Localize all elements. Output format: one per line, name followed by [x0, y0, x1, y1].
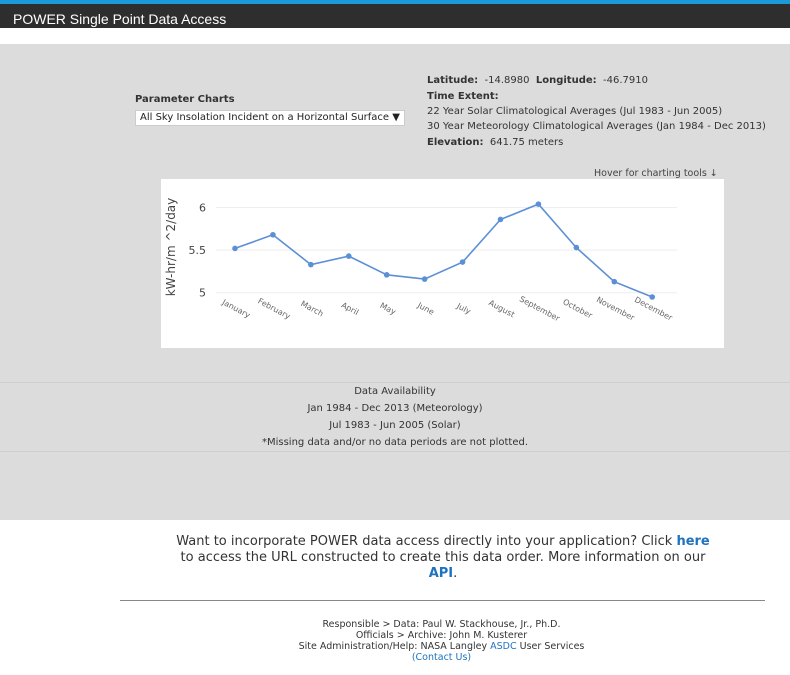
availability-title: Data Availability — [354, 386, 436, 397]
elevation-label: Elevation: — [427, 137, 484, 148]
data-point[interactable] — [649, 294, 656, 300]
y-axis-label: kW-hr/m ^2/day — [164, 198, 178, 297]
line-chart: 5 5.5 6 January February March April May June Ju… — [164, 198, 677, 323]
here-link[interactable]: here — [676, 534, 709, 549]
data-point[interactable] — [459, 259, 466, 265]
availability-bottom-divider — [0, 451, 790, 452]
elevation-row: Elevation: 641.75 meters — [427, 137, 563, 148]
site-admin-prefix: Site Administration/Help: NASA Langley — [298, 641, 488, 652]
time-extent-label: Time Extent: — [427, 91, 499, 102]
data-point[interactable] — [497, 216, 504, 223]
data-point[interactable] — [308, 261, 314, 268]
met-extent: 30 Year Meteorology Climatological Avera… — [427, 121, 766, 132]
footer-responsible: Responsible > Data: Paul W. Stackhouse, … — [322, 619, 561, 630]
longitude-label: Longitude: — [535, 75, 597, 86]
data-point[interactable] — [270, 231, 276, 238]
data-point[interactable] — [573, 244, 580, 251]
x-tick-label: April — [340, 301, 360, 318]
x-tick-label: August — [487, 298, 516, 319]
solar-extent: 22 Year Solar Climatological Averages (J… — [427, 106, 723, 117]
app-header: POWER Single Point Data Access — [0, 4, 790, 28]
data-point[interactable] — [383, 272, 390, 278]
hover-charting-tools-hint[interactable]: Hover for charting tools ↓ — [594, 168, 718, 179]
data-point[interactable] — [421, 276, 428, 282]
api-text-line1: Want to incorporate POWER data access di… — [176, 534, 673, 549]
availability-met: Jan 1984 - Dec 2013 (Meteorology) — [307, 403, 483, 414]
availability-top-divider — [0, 382, 790, 383]
latitude-value: -14.8980 — [484, 75, 530, 86]
x-tick-label: January — [220, 297, 252, 320]
data-point[interactable] — [232, 245, 238, 252]
footer-officials: Officials > Archive: John M. Kusterer — [355, 630, 528, 641]
data-point[interactable] — [345, 253, 352, 259]
api-text-period: . — [453, 566, 458, 581]
footer-site-admin: Site Administration/Help: NASA Langley A… — [200, 641, 683, 652]
x-tick-label: September — [518, 294, 562, 323]
api-info-text: Want to incorporate POWER data access di… — [170, 534, 716, 582]
site-admin-suffix: User Services — [519, 641, 585, 652]
longitude-value: -46.7910 — [603, 75, 648, 86]
api-link[interactable]: API — [429, 566, 453, 581]
x-tick-label: November — [595, 295, 637, 323]
y-tick-label: 5.5 — [189, 244, 207, 257]
dropdown-arrow-icon: ▼ — [390, 112, 400, 123]
x-tick-label: March — [299, 299, 325, 318]
data-point[interactable] — [535, 201, 542, 207]
x-tick-label: June — [415, 300, 436, 317]
x-tick-label: October — [561, 297, 594, 320]
x-tick-label: July — [454, 301, 472, 316]
x-tick-label: May — [378, 301, 397, 317]
availability-note: *Missing data and/or no data periods are… — [261, 437, 528, 448]
y-tick-label: 5 — [199, 287, 206, 300]
coordinates-row: Latitude: -14.8980 Longitude: -46.7910 — [427, 75, 648, 86]
footer-divider — [120, 600, 765, 601]
parameter-charts-label: Parameter Charts — [135, 94, 235, 105]
page-title: POWER Single Point Data Access — [13, 11, 227, 27]
chart-container: 5 5.5 6 January February March April May June Ju… — [161, 179, 724, 348]
latitude-label: Latitude: — [427, 75, 479, 86]
footer-contact: (Contact Us) — [200, 652, 683, 663]
x-tick-label: February — [256, 296, 292, 321]
data-point[interactable] — [611, 278, 618, 285]
parameter-select[interactable]: All Sky Insolation Incident on a Horizon… — [135, 110, 405, 126]
elevation-value: 641.75 meters — [489, 137, 564, 148]
parameter-select-value: All Sky Insolation Incident on a Horizon… — [140, 112, 390, 123]
api-text-line2: to access the URL constructed to create … — [180, 550, 706, 565]
asdc-link[interactable]: ASDC — [490, 641, 516, 652]
availability-solar: Jul 1983 - Jun 2005 (Solar) — [329, 420, 461, 431]
contact-us-link[interactable]: (Contact Us) — [412, 652, 471, 663]
time-extent-heading: Time Extent: — [427, 91, 499, 102]
y-tick-label: 6 — [199, 202, 206, 215]
